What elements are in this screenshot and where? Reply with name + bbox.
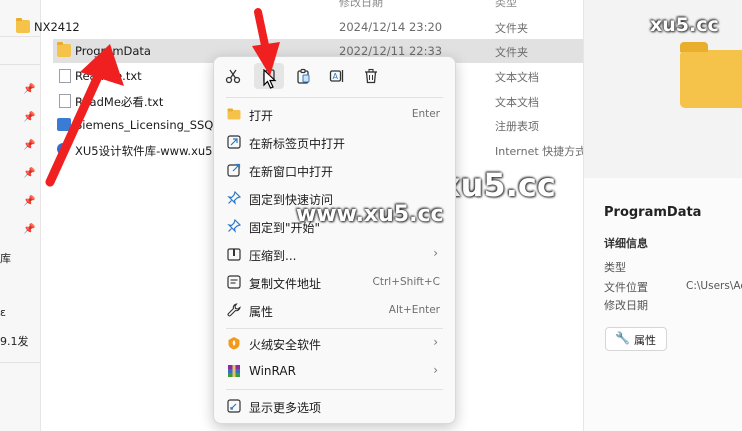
details-label-type: 类型 (604, 261, 626, 274)
watermark-center: xu5.cc (440, 166, 556, 204)
wrench-icon: 🔧 (615, 331, 630, 345)
menu-item-label: 在新标签页中打开 (249, 137, 346, 151)
menu-item-open-new-window[interactable]: 在新窗口中打开 (219, 156, 450, 184)
pin-icon (227, 219, 241, 233)
folder-preview-icon (680, 42, 742, 108)
properties-button[interactable]: 🔧 属性 (605, 327, 667, 351)
rename-button[interactable]: A (322, 63, 352, 89)
pin-icon (227, 191, 241, 205)
properties-button-label: 属性 (634, 334, 656, 347)
details-label-modified: 修改日期 (604, 299, 648, 312)
annotation-arrow-icon (45, 44, 124, 187)
nav-item-fragment[interactable]: 库 (0, 250, 11, 266)
menu-item-label: 压缩到... (249, 249, 297, 263)
copy-path-icon (227, 275, 241, 289)
navigation-pane: 📌 📌 📌 📌 📌 📌 库 ε 9.1发 (0, 0, 41, 431)
menu-separator (226, 97, 443, 98)
new-window-icon (227, 163, 241, 177)
delete-button[interactable] (356, 63, 386, 89)
folder-icon (16, 18, 30, 33)
column-header-date[interactable]: 修改日期 (339, 0, 383, 10)
file-type: 文本文档 (495, 96, 539, 109)
scissors-icon (225, 69, 241, 84)
rename-icon: A (329, 70, 344, 82)
details-label-location: 文件位置 (604, 281, 648, 294)
menu-item-copy-path[interactable]: 复制文件地址 Ctrl+Shift+C (219, 268, 450, 296)
file-date: 2024/12/14 23:20 (339, 20, 443, 34)
menu-item-shortcut: Ctrl+Shift+C (372, 276, 440, 288)
menu-item-huorong[interactable]: 火绒安全软件 › (219, 329, 450, 357)
details-title: ProgramData (604, 205, 702, 220)
pin-icon[interactable]: 📌 (23, 168, 35, 179)
file-type: 注册表项 (495, 120, 539, 133)
annotation-arrow-icon (252, 8, 280, 76)
menu-item-winrar[interactable]: WinRAR › (219, 357, 450, 385)
paste-icon (297, 68, 310, 84)
pin-icon[interactable]: 📌 (23, 140, 35, 151)
paste-button[interactable] (288, 63, 318, 89)
file-row[interactable]: NX2412 2024/12/14 23:20 文件夹 (12, 15, 582, 39)
menu-item-label: 打开 (249, 109, 274, 123)
menu-item-open-new-tab[interactable]: 在新标签页中打开 (219, 128, 450, 156)
chevron-right-icon: › (433, 363, 438, 377)
menu-item-compress[interactable]: 压缩到... › (219, 240, 450, 268)
new-tab-icon (227, 135, 241, 149)
more-options-icon (227, 399, 241, 413)
menu-item-properties[interactable]: 属性 Alt+Enter (219, 296, 450, 324)
details-section-title: 详细信息 (604, 237, 648, 250)
menu-item-label: 属性 (249, 305, 274, 319)
svg-text:A: A (333, 72, 339, 81)
huorong-icon (228, 337, 240, 350)
file-type: 文件夹 (495, 22, 528, 35)
menu-item-label: 在新窗口中打开 (249, 165, 334, 179)
chevron-right-icon: › (433, 246, 438, 260)
menu-item-show-more-options[interactable]: 显示更多选项 (219, 392, 450, 420)
menu-item-label: 火绒安全软件 (249, 338, 322, 352)
file-type: 文本文档 (495, 71, 539, 84)
file-type: Internet 快捷方式 (495, 145, 587, 158)
pin-icon[interactable]: 📌 (23, 84, 35, 95)
trash-icon (365, 68, 377, 84)
wrench-icon (227, 303, 241, 317)
menu-item-label: 复制文件地址 (249, 277, 322, 291)
column-header-type[interactable]: 类型 (495, 0, 517, 10)
nav-item-fragment[interactable]: 9.1发 (0, 333, 29, 349)
open-folder-icon (227, 108, 241, 120)
watermark-top-right: xu5.cc (650, 14, 719, 36)
menu-item-open[interactable]: 打开 Enter (219, 100, 450, 128)
pin-icon[interactable]: 📌 (23, 112, 35, 123)
menu-item-shortcut: Enter (411, 108, 440, 120)
nav-divider (0, 362, 40, 363)
nav-divider (0, 64, 40, 65)
context-menu: A 打开 Enter 在新标签页中打开 在新窗口中打开 固定到快速访问 固定到"… (213, 56, 456, 424)
menu-item-label: WinRAR (249, 364, 296, 378)
details-value-location: C:\Users\Adm (686, 280, 742, 292)
chevron-right-icon: › (433, 335, 438, 349)
file-type: 文件夹 (495, 46, 528, 59)
menu-item-label: 显示更多选项 (249, 401, 322, 415)
details-pane: ProgramData 详细信息 类型 文件位置 C:\Users\Adm 修改… (583, 0, 742, 431)
menu-separator (226, 389, 443, 390)
menu-item-shortcut: Alt+Enter (388, 304, 440, 316)
nav-item-fragment[interactable]: ε (0, 306, 6, 319)
pin-icon[interactable]: 📌 (23, 196, 35, 207)
pin-icon[interactable]: 📌 (23, 224, 35, 235)
file-name: NX2412 (34, 20, 80, 34)
watermark-url: www.xu5.cc (296, 202, 444, 227)
winrar-icon (228, 365, 240, 377)
zip-icon (227, 248, 241, 261)
